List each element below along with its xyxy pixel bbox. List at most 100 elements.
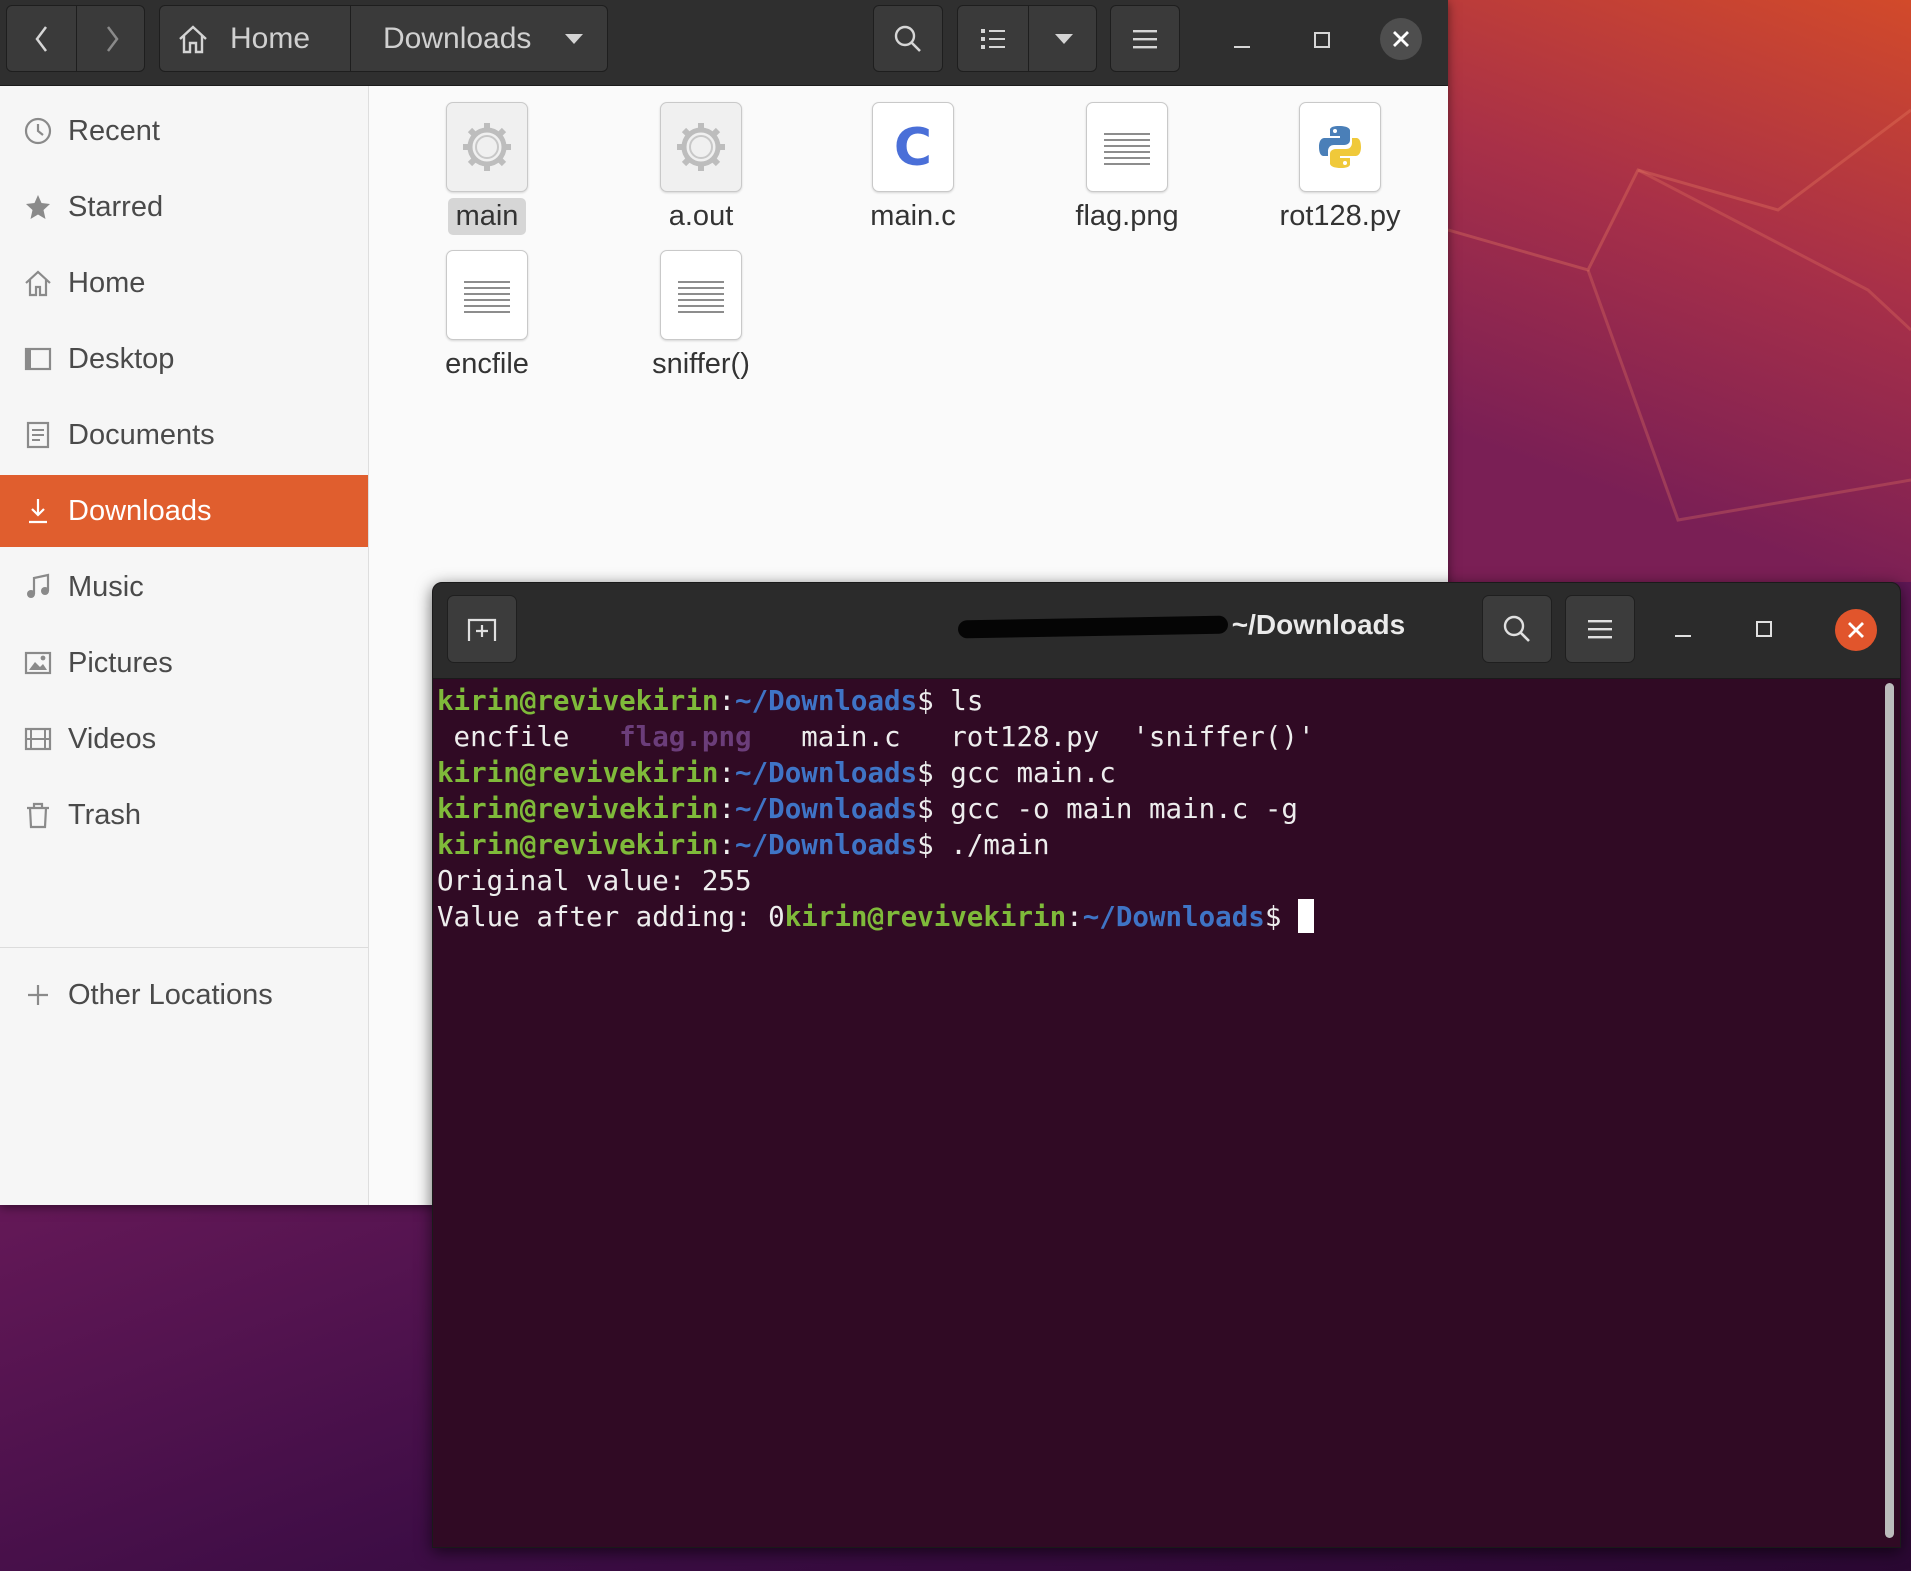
sidebar-item-label: Desktop	[68, 342, 175, 375]
view-options-button[interactable]	[1029, 6, 1098, 71]
text-file-icon	[1086, 102, 1168, 192]
program-output: Value after adding: 0	[437, 901, 785, 933]
file-name: flag.png	[1075, 200, 1179, 232]
path-home-button[interactable]: Home	[160, 6, 350, 71]
sidebar-item-trash[interactable]: Trash	[0, 779, 368, 851]
python-icon	[1299, 102, 1381, 192]
minimize-button[interactable]	[1222, 20, 1262, 60]
ls-entry-image: flag.png	[619, 721, 752, 753]
sidebar-item-recent[interactable]: Recent	[0, 95, 368, 167]
sidebar-item-pictures[interactable]: Pictures	[0, 627, 368, 699]
file-item-flag-png[interactable]: flag.png	[1037, 102, 1217, 235]
terminal-line: Original value: 255	[437, 863, 1876, 899]
path-downloads-button[interactable]: Downloads	[351, 6, 609, 71]
sidebar-item-downloads[interactable]: Downloads	[0, 475, 368, 547]
ls-entry: encfile	[437, 721, 620, 753]
view-buttons	[957, 5, 1097, 72]
terminal-headerbar: ~/Downloads	[433, 583, 1900, 679]
home-icon	[20, 268, 56, 298]
menu-button[interactable]	[1110, 5, 1180, 72]
sidebar-item-home[interactable]: Home	[0, 247, 368, 319]
prompt-colon: :	[718, 793, 736, 825]
maximize-icon	[1314, 32, 1330, 48]
terminal-line: Value after adding: 0kirin@revivekirin:~…	[437, 899, 1876, 935]
text-file-icon	[660, 250, 742, 340]
video-icon	[20, 724, 56, 754]
search-button[interactable]	[873, 5, 943, 72]
terminal-scrollbar[interactable]	[1885, 683, 1894, 1538]
sidebar-item-label: Documents	[68, 418, 215, 451]
command-text	[1281, 901, 1298, 933]
terminal-menu-button[interactable]	[1565, 595, 1635, 663]
file-name: main.c	[870, 200, 956, 232]
search-icon	[894, 25, 921, 52]
minimize-icon	[1675, 635, 1691, 637]
close-button[interactable]	[1380, 18, 1422, 60]
hamburger-icon	[1133, 29, 1157, 48]
back-button[interactable]	[7, 6, 76, 71]
prompt-user: kirin@revivekirin	[437, 685, 719, 717]
sidebar-item-videos[interactable]: Videos	[0, 703, 368, 775]
file-item-encfile[interactable]: encfile	[397, 250, 577, 383]
prompt-path: ~/Downloads	[735, 829, 918, 861]
terminal-search-button[interactable]	[1482, 595, 1552, 663]
close-icon	[1393, 31, 1409, 47]
minimize-icon	[1234, 46, 1250, 48]
sidebar-item-label: Downloads	[68, 494, 212, 527]
sidebar-item-music[interactable]: Music	[0, 551, 368, 623]
file-item-rot128-py[interactable]: rot128.py	[1250, 102, 1430, 235]
chevron-down-icon	[565, 33, 584, 44]
clock-icon	[20, 116, 56, 146]
home-icon	[179, 24, 207, 53]
sidebar-item-label: Pictures	[68, 646, 173, 679]
file-manager-headerbar: Home Downloads	[0, 0, 1448, 86]
list-view-button[interactable]	[958, 6, 1028, 71]
terminal-output[interactable]: kirin@revivekirin:~/Downloads$ ls encfil…	[437, 683, 1876, 1547]
file-name: encfile	[445, 348, 529, 380]
forward-button[interactable]	[77, 6, 146, 71]
redacted-username	[957, 615, 1228, 638]
prompt-path: ~/Downloads	[735, 685, 918, 717]
command-text: gcc main.c	[933, 757, 1116, 789]
command-text: ./main	[933, 829, 1050, 861]
maximize-button[interactable]	[1302, 20, 1342, 60]
sidebar-item-other-locations[interactable]: Other Locations	[0, 959, 368, 1031]
prompt-colon: :	[718, 685, 736, 717]
command-text: ls	[933, 685, 984, 717]
sidebar-item-desktop[interactable]: Desktop	[0, 323, 368, 395]
sidebar: Recent Starred Home Desktop Documents Do…	[0, 86, 369, 1205]
terminal-close-button[interactable]	[1835, 609, 1877, 651]
c-source-icon: C	[872, 102, 954, 192]
terminal-line: kirin@revivekirin:~/Downloads$ ./main	[437, 827, 1876, 863]
trash-icon	[20, 800, 56, 830]
file-item-a-out[interactable]: a.out	[611, 102, 791, 235]
search-icon	[1503, 615, 1530, 642]
desktop-icon	[20, 344, 56, 374]
prompt-colon: :	[718, 757, 736, 789]
prompt-user: kirin@revivekirin	[437, 793, 719, 825]
prompt-colon: :	[1066, 901, 1083, 933]
terminal-minimize-button[interactable]	[1663, 609, 1703, 649]
executable-icon	[660, 102, 742, 192]
prompt-user: kirin@revivekirin	[784, 901, 1067, 933]
executable-icon	[446, 102, 528, 192]
file-name: a.out	[668, 200, 734, 232]
download-icon	[20, 496, 56, 526]
sidebar-item-label: Home	[68, 266, 146, 299]
picture-icon	[20, 648, 56, 678]
sidebar-item-starred[interactable]: Starred	[0, 171, 368, 243]
wallpaper-lines	[1448, 108, 1911, 522]
sidebar-item-label: Videos	[68, 722, 157, 755]
sidebar-item-documents[interactable]: Documents	[0, 399, 368, 471]
prompt-user: kirin@revivekirin	[437, 829, 719, 861]
chevron-left-icon	[34, 25, 47, 52]
document-icon	[20, 420, 56, 450]
sidebar-item-label: Music	[68, 570, 144, 603]
sidebar-item-label: Trash	[68, 798, 142, 831]
file-item-main[interactable]: main	[397, 102, 577, 235]
maximize-icon	[1756, 621, 1772, 637]
terminal-maximize-button[interactable]	[1744, 609, 1784, 649]
file-item-main-c[interactable]: C main.c	[823, 102, 1003, 235]
file-item-sniffer[interactable]: sniffer()	[611, 250, 791, 383]
desktop-wallpaper	[1448, 0, 1911, 582]
